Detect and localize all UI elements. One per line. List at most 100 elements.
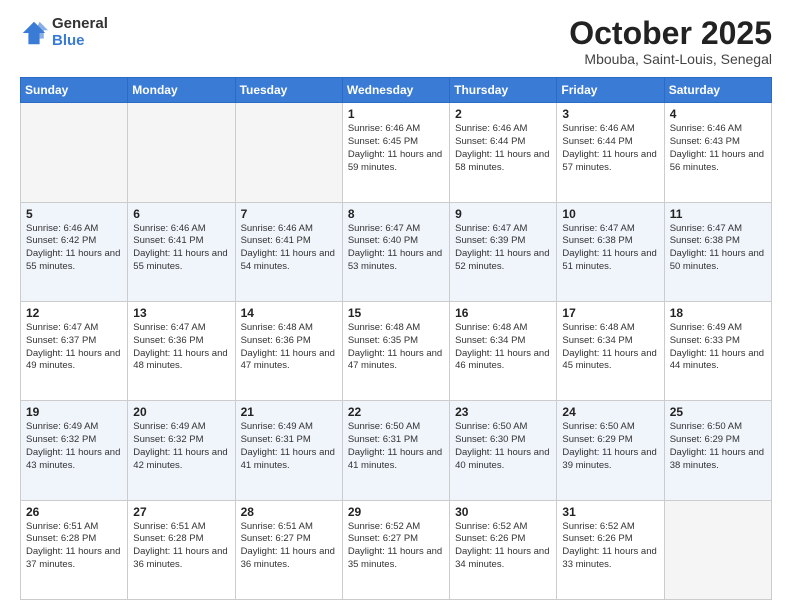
calendar-cell: 6Sunrise: 6:46 AM Sunset: 6:41 PM Daylig… — [128, 202, 235, 301]
calendar-cell: 16 Sunrise: 6:48 AM Sunset: 6:34 PM Dayli… — [450, 301, 557, 400]
day-info: Sunrise: 6:51 AM Sunset: 6:27 PM Dayligh… — [241, 521, 337, 572]
day-number: 22 — [348, 405, 444, 419]
day-number: 9 — [455, 207, 551, 221]
calendar-cell: 1Sunrise: 6:46 AM Sunset: 6:45 PM Daylig… — [342, 103, 449, 202]
day-number: 18 — [670, 306, 766, 320]
calendar-cell: 2Sunrise: 6:46 AM Sunset: 6:44 PM Daylig… — [450, 103, 557, 202]
day-number: 12 — [26, 306, 122, 320]
day-info: Sunrise: 6:50 AM Sunset: 6:29 PM Dayligh… — [562, 421, 658, 472]
day-number: 21 — [241, 405, 337, 419]
calendar-cell: 17Sunrise: 6:48 AM Sunset: 6:34 PM Dayli… — [557, 301, 664, 400]
day-number: 23 — [455, 405, 551, 419]
calendar-cell: 20 Sunrise: 6:49 AM Sunset: 6:32 PM Dayli… — [128, 401, 235, 500]
day-number: 26 — [26, 505, 122, 519]
calendar-cell — [21, 103, 128, 202]
day-info: Sunrise: 6:48 AM Sunset: 6:36 PM Dayligh… — [241, 322, 337, 373]
logo-text: General Blue — [52, 16, 108, 49]
weekday-header-thursday: Thursday — [450, 78, 557, 103]
calendar-cell: 23 Sunrise: 6:50 AM Sunset: 6:30 PM Dayli… — [450, 401, 557, 500]
day-info: Sunrise: 6:46 AM Sunset: 6:42 PM Dayligh… — [26, 223, 122, 274]
day-info: Sunrise: 6:49 AM Sunset: 6:31 PM Dayligh… — [241, 421, 337, 472]
calendar-cell: 11Sunrise: 6:47 AM Sunset: 6:38 PM Dayli… — [664, 202, 771, 301]
calendar-cell — [664, 500, 771, 599]
logo-blue-text: Blue — [52, 33, 108, 50]
calendar-cell: 10 Sunrise: 6:47 AM Sunset: 6:38 PM Dayli… — [557, 202, 664, 301]
day-info: Sunrise: 6:50 AM Sunset: 6:29 PM Dayligh… — [670, 421, 766, 472]
title-month: October 2025 — [569, 16, 772, 51]
day-info: Sunrise: 6:48 AM Sunset: 6:34 PM Dayligh… — [455, 322, 551, 373]
day-number: 3 — [562, 107, 658, 121]
calendar-cell: 30Sunrise: 6:52 AM Sunset: 6:26 PM Dayli… — [450, 500, 557, 599]
day-number: 10 — [562, 207, 658, 221]
title-block: October 2025 Mbouba, Saint-Louis, Senega… — [569, 16, 772, 67]
day-info: Sunrise: 6:48 AM Sunset: 6:35 PM Dayligh… — [348, 322, 444, 373]
weekday-header-friday: Friday — [557, 78, 664, 103]
weekday-header-saturday: Saturday — [664, 78, 771, 103]
calendar-cell: 5 Sunrise: 6:46 AM Sunset: 6:42 PM Daylig… — [21, 202, 128, 301]
day-info: Sunrise: 6:46 AM Sunset: 6:44 PM Dayligh… — [562, 123, 658, 174]
weekday-header-sunday: Sunday — [21, 78, 128, 103]
day-info: Sunrise: 6:52 AM Sunset: 6:26 PM Dayligh… — [455, 521, 551, 572]
day-number: 27 — [133, 505, 229, 519]
day-info: Sunrise: 6:50 AM Sunset: 6:31 PM Dayligh… — [348, 421, 444, 472]
calendar-cell: 28 Sunrise: 6:51 AM Sunset: 6:27 PM Dayli… — [235, 500, 342, 599]
calendar-cell: 31Sunrise: 6:52 AM Sunset: 6:26 PM Dayli… — [557, 500, 664, 599]
day-number: 13 — [133, 306, 229, 320]
day-number: 28 — [241, 505, 337, 519]
calendar-cell: 12 Sunrise: 6:47 AM Sunset: 6:37 PM Dayli… — [21, 301, 128, 400]
calendar-week-row: 19 Sunrise: 6:49 AM Sunset: 6:32 PM Dayli… — [21, 401, 772, 500]
calendar-cell: 25Sunrise: 6:50 AM Sunset: 6:29 PM Dayli… — [664, 401, 771, 500]
day-info: Sunrise: 6:52 AM Sunset: 6:27 PM Dayligh… — [348, 521, 444, 572]
day-info: Sunrise: 6:47 AM Sunset: 6:39 PM Dayligh… — [455, 223, 551, 274]
day-info: Sunrise: 6:48 AM Sunset: 6:34 PM Dayligh… — [562, 322, 658, 373]
calendar-cell: 14Sunrise: 6:48 AM Sunset: 6:36 PM Dayli… — [235, 301, 342, 400]
day-info: Sunrise: 6:49 AM Sunset: 6:32 PM Dayligh… — [26, 421, 122, 472]
weekday-header-wednesday: Wednesday — [342, 78, 449, 103]
day-info: Sunrise: 6:46 AM Sunset: 6:41 PM Dayligh… — [241, 223, 337, 274]
logo-general-text: General — [52, 16, 108, 33]
day-number: 7 — [241, 207, 337, 221]
day-number: 2 — [455, 107, 551, 121]
day-info: Sunrise: 6:49 AM Sunset: 6:32 PM Dayligh… — [133, 421, 229, 472]
day-number: 19 — [26, 405, 122, 419]
day-info: Sunrise: 6:46 AM Sunset: 6:43 PM Dayligh… — [670, 123, 766, 174]
calendar-cell: 29Sunrise: 6:52 AM Sunset: 6:27 PM Dayli… — [342, 500, 449, 599]
calendar-cell: 13 Sunrise: 6:47 AM Sunset: 6:36 PM Dayli… — [128, 301, 235, 400]
day-number: 16 — [455, 306, 551, 320]
calendar-cell — [235, 103, 342, 202]
calendar-cell: 21 Sunrise: 6:49 AM Sunset: 6:31 PM Dayli… — [235, 401, 342, 500]
day-number: 1 — [348, 107, 444, 121]
day-info: Sunrise: 6:47 AM Sunset: 6:37 PM Dayligh… — [26, 322, 122, 373]
day-number: 20 — [133, 405, 229, 419]
day-number: 6 — [133, 207, 229, 221]
header: General Blue October 2025 Mbouba, Saint-… — [20, 16, 772, 67]
logo: General Blue — [20, 16, 108, 49]
calendar-cell: 3 Sunrise: 6:46 AM Sunset: 6:44 PM Daylig… — [557, 103, 664, 202]
day-info: Sunrise: 6:51 AM Sunset: 6:28 PM Dayligh… — [26, 521, 122, 572]
calendar-cell: 4 Sunrise: 6:46 AM Sunset: 6:43 PM Daylig… — [664, 103, 771, 202]
calendar-cell: 22 Sunrise: 6:50 AM Sunset: 6:31 PM Dayli… — [342, 401, 449, 500]
day-number: 4 — [670, 107, 766, 121]
weekday-header-tuesday: Tuesday — [235, 78, 342, 103]
day-info: Sunrise: 6:47 AM Sunset: 6:38 PM Dayligh… — [670, 223, 766, 274]
calendar-week-row: 12 Sunrise: 6:47 AM Sunset: 6:37 PM Dayli… — [21, 301, 772, 400]
title-location: Mbouba, Saint-Louis, Senegal — [569, 51, 772, 67]
calendar-cell: 15 Sunrise: 6:48 AM Sunset: 6:35 PM Dayli… — [342, 301, 449, 400]
day-number: 15 — [348, 306, 444, 320]
day-info: Sunrise: 6:47 AM Sunset: 6:36 PM Dayligh… — [133, 322, 229, 373]
day-number: 24 — [562, 405, 658, 419]
day-number: 31 — [562, 505, 658, 519]
calendar-cell: 27Sunrise: 6:51 AM Sunset: 6:28 PM Dayli… — [128, 500, 235, 599]
calendar-cell: 18 Sunrise: 6:49 AM Sunset: 6:33 PM Dayli… — [664, 301, 771, 400]
day-number: 5 — [26, 207, 122, 221]
day-info: Sunrise: 6:50 AM Sunset: 6:30 PM Dayligh… — [455, 421, 551, 472]
weekday-header-row: SundayMondayTuesdayWednesdayThursdayFrid… — [21, 78, 772, 103]
day-info: Sunrise: 6:49 AM Sunset: 6:33 PM Dayligh… — [670, 322, 766, 373]
calendar-week-row: 26 Sunrise: 6:51 AM Sunset: 6:28 PM Dayli… — [21, 500, 772, 599]
calendar-cell: 19 Sunrise: 6:49 AM Sunset: 6:32 PM Dayli… — [21, 401, 128, 500]
calendar-week-row: 1Sunrise: 6:46 AM Sunset: 6:45 PM Daylig… — [21, 103, 772, 202]
day-info: Sunrise: 6:47 AM Sunset: 6:38 PM Dayligh… — [562, 223, 658, 274]
calendar-table: SundayMondayTuesdayWednesdayThursdayFrid… — [20, 77, 772, 600]
page: General Blue October 2025 Mbouba, Saint-… — [0, 0, 792, 612]
calendar-week-row: 5 Sunrise: 6:46 AM Sunset: 6:42 PM Daylig… — [21, 202, 772, 301]
